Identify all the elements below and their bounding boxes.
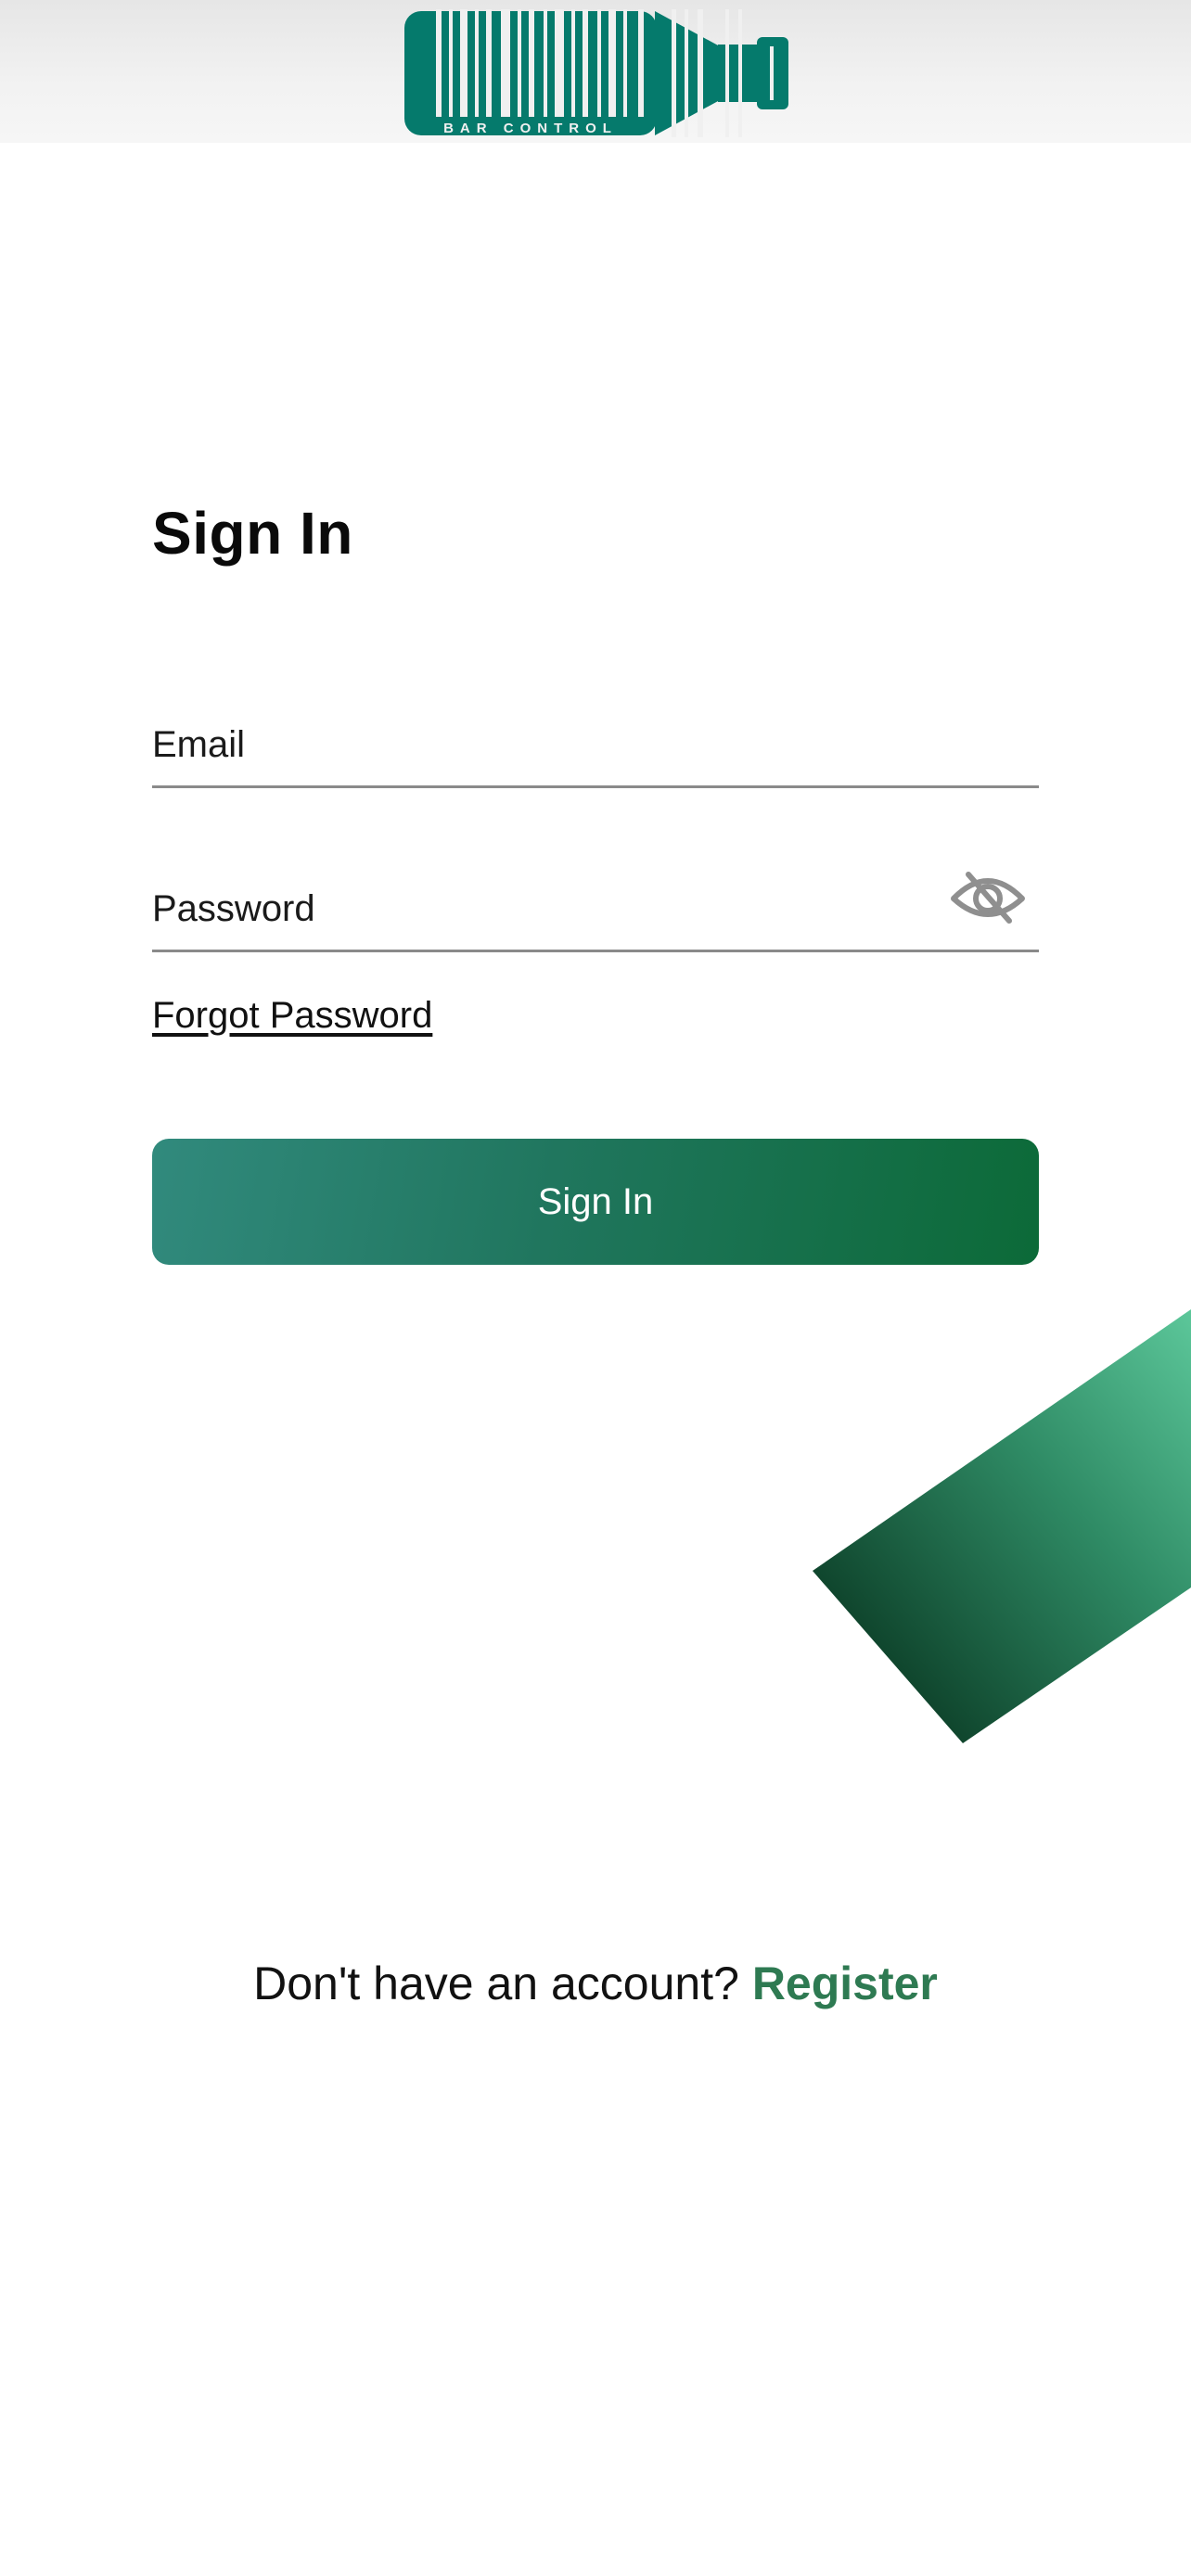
- bar-control-logo: BAR CONTROL: [404, 9, 788, 137]
- app-header: BAR CONTROL: [0, 0, 1191, 143]
- email-field-container: [152, 705, 1039, 788]
- email-input[interactable]: [152, 717, 950, 772]
- register-link[interactable]: Register: [752, 1958, 938, 2009]
- sign-in-button[interactable]: Sign In: [152, 1139, 1039, 1265]
- password-field-container: [152, 869, 1039, 952]
- decorative-ribbon: [813, 1309, 1191, 1743]
- forgot-password-link[interactable]: Forgot Password: [152, 995, 432, 1037]
- register-prompt: Don't have an account? Register: [0, 1957, 1191, 2010]
- page-title: Sign In: [152, 500, 353, 567]
- password-input[interactable]: [152, 881, 950, 937]
- register-prompt-text: Don't have an account?: [253, 1958, 739, 2009]
- svg-text:BAR CONTROL: BAR CONTROL: [443, 121, 618, 136]
- eye-off-icon[interactable]: [948, 869, 1028, 925]
